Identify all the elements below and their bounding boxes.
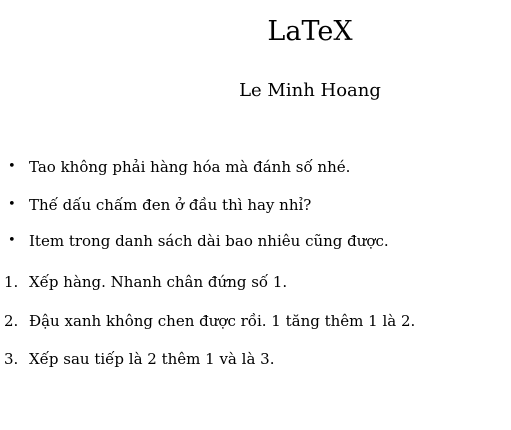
bullet-marker: • bbox=[8, 233, 16, 248]
document-title: LaTeX bbox=[267, 16, 353, 47]
document-author: Le Minh Hoang bbox=[239, 80, 381, 101]
bullet-item-text: Thế dấu chấm đen ở đầu thì hay nhỉ? bbox=[29, 196, 312, 214]
bullet-item-text: Item trong danh sách dài bao nhiêu cũng … bbox=[29, 232, 389, 250]
item-number: 1. bbox=[4, 273, 19, 291]
numbered-item-text: Xếp sau tiếp là 2 thêm 1 và là 3. bbox=[29, 350, 275, 368]
bullet-marker: • bbox=[8, 159, 16, 174]
numbered-item-text: Đậu xanh không chen được rồi. 1 tăng thê… bbox=[29, 312, 416, 330]
bullet-marker: • bbox=[8, 197, 16, 212]
numbered-item-text: Xếp hàng. Nhanh chân đứng số 1. bbox=[29, 273, 288, 291]
item-number: 3. bbox=[4, 350, 19, 368]
bullet-item-text: Tao không phải hàng hóa mà đánh số nhé. bbox=[29, 158, 351, 176]
item-number: 2. bbox=[4, 312, 19, 330]
